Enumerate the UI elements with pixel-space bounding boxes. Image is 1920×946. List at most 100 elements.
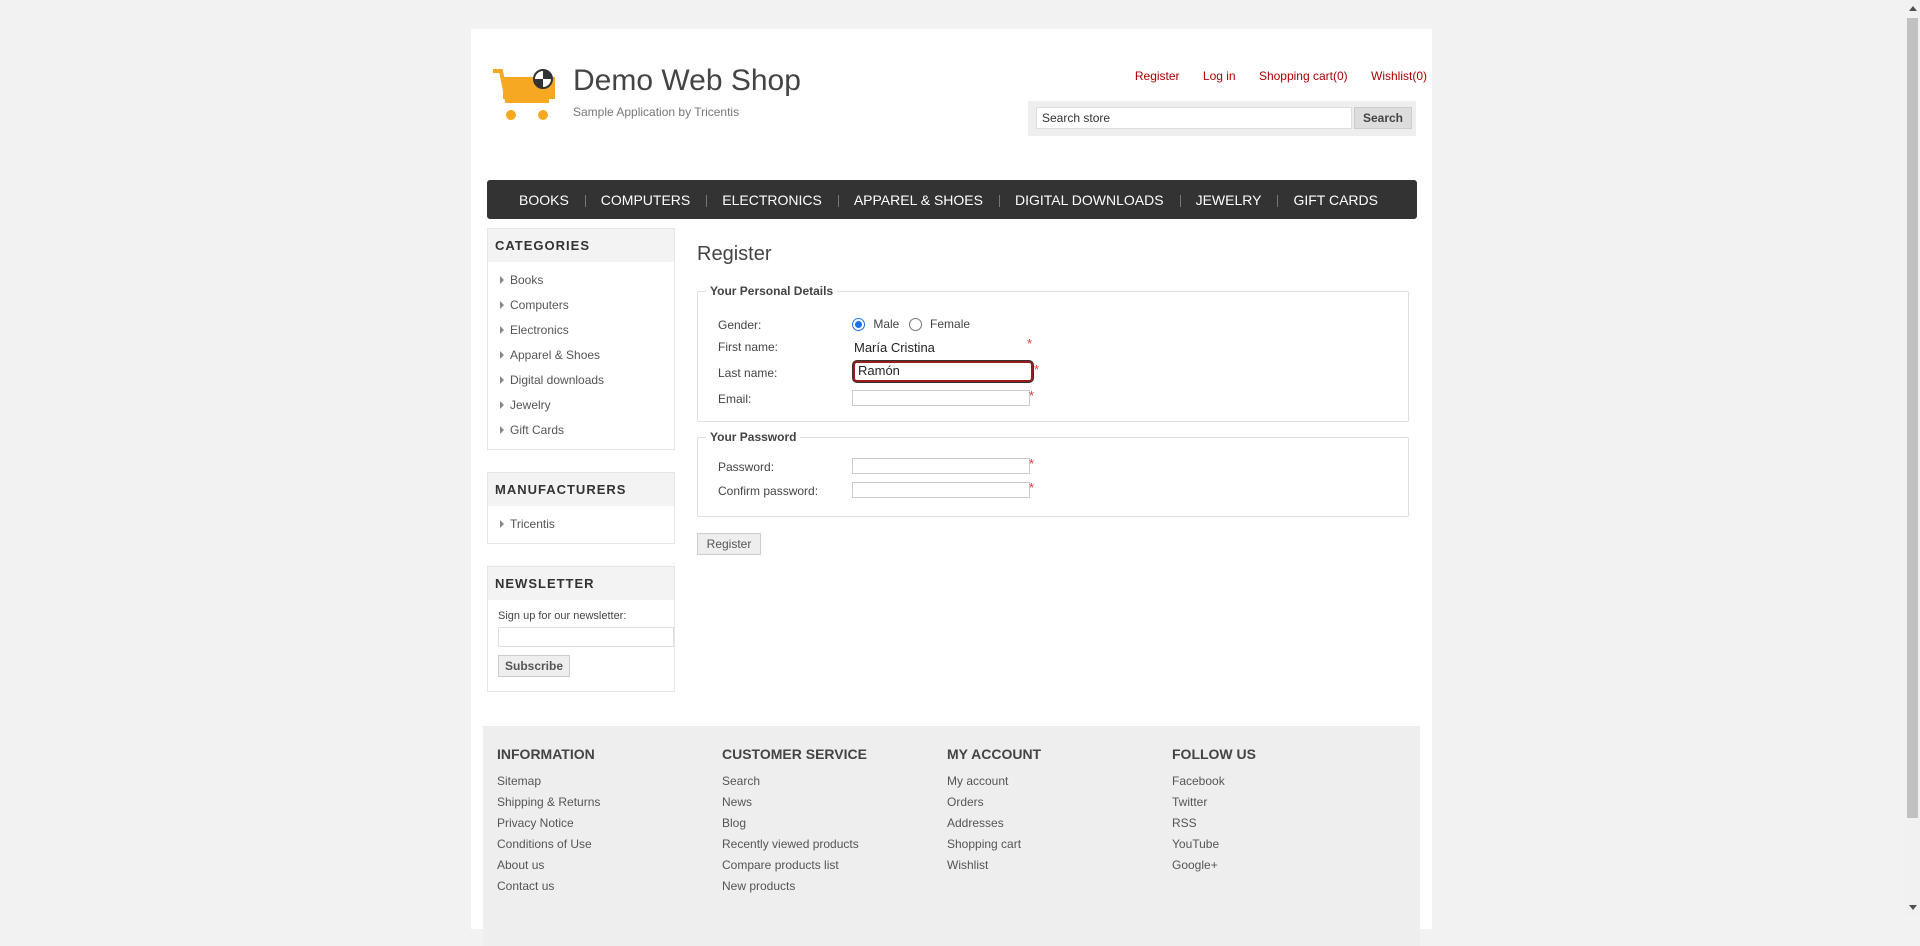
scrollbar-thumb[interactable] <box>1907 18 1918 818</box>
confirm-password-input[interactable] <box>852 482 1030 498</box>
category-label: Computers <box>510 298 569 312</box>
menu-computers[interactable]: COMPUTERS <box>584 192 706 208</box>
footer-link[interactable]: Wishlist <box>947 858 1041 879</box>
menu-apparel-shoes[interactable]: APPAREL & SHOES <box>837 192 999 208</box>
category-item[interactable]: Digital downloads <box>500 368 674 393</box>
newsletter-label: Sign up for our newsletter: <box>498 610 627 622</box>
female-radio[interactable] <box>908 318 922 332</box>
page-container: Demo Web Shop Sample Application by Tric… <box>471 29 1432 946</box>
arrow-right-icon <box>500 401 504 409</box>
password-fieldset: Your Password Password: * Confirm passwo… <box>697 430 1409 517</box>
footer-link[interactable]: Privacy Notice <box>497 816 600 837</box>
footer-link[interactable]: YouTube <box>1172 837 1256 858</box>
footer-information: INFORMATION Sitemap Shipping & Returns P… <box>497 746 600 900</box>
required-mark: * <box>1029 480 1035 495</box>
manufacturer-label: Tricentis <box>510 517 555 531</box>
menu-digital-downloads[interactable]: DIGITAL DOWNLOADS <box>999 192 1180 208</box>
footer-link[interactable]: Search <box>722 774 867 795</box>
footer-link[interactable]: About us <box>497 858 600 879</box>
search-input[interactable] <box>1036 107 1352 129</box>
footer-link[interactable]: Shopping cart <box>947 837 1041 858</box>
footer-account-title: MY ACCOUNT <box>947 746 1042 762</box>
store-name[interactable]: Demo Web Shop <box>573 64 801 98</box>
last-name-label: Last name: <box>718 366 778 380</box>
footer-information-title: INFORMATION <box>497 746 595 762</box>
category-label: Books <box>510 273 544 287</box>
footer-link[interactable]: Google+ <box>1172 858 1256 879</box>
category-item[interactable]: Jewelry <box>500 393 674 418</box>
scroll-up-icon[interactable] <box>1909 6 1917 11</box>
categories-block: CATEGORIES Books Computers Electronics A… <box>487 228 675 450</box>
category-item[interactable]: Gift Cards <box>500 418 674 443</box>
arrow-right-icon <box>500 376 504 384</box>
vertical-scrollbar[interactable] <box>1905 0 1920 916</box>
footer-link[interactable]: Shipping & Returns <box>497 795 600 816</box>
menu-gift-cards[interactable]: GIFT CARDS <box>1277 192 1394 208</box>
newsletter-block: NEWSLETTER Sign up for our newsletter: S… <box>487 566 675 692</box>
footer-link[interactable]: Conditions of Use <box>497 837 600 858</box>
register-link[interactable]: Register <box>1135 69 1180 83</box>
manufacturers-title: MANUFACTURERS <box>488 473 674 506</box>
scroll-down-icon[interactable] <box>1909 905 1917 910</box>
gender-options: Male Female <box>852 317 970 332</box>
search-box: Search <box>1028 101 1416 136</box>
arrow-right-icon <box>500 276 504 284</box>
category-label: Apparel & Shoes <box>510 348 601 362</box>
category-item[interactable]: Apparel & Shoes <box>500 343 674 368</box>
category-label: Digital downloads <box>510 373 605 387</box>
menu-electronics[interactable]: ELECTRONICS <box>706 192 838 208</box>
footer-link[interactable]: Sitemap <box>497 774 600 795</box>
register-button[interactable]: Register <box>697 533 761 555</box>
footer-link[interactable]: Facebook <box>1172 774 1256 795</box>
footer-customer-service: CUSTOMER SERVICE Search News Blog Recent… <box>722 746 867 900</box>
store-tagline: Sample Application by Tricentis <box>573 105 740 119</box>
category-label: Electronics <box>510 323 569 337</box>
category-item[interactable]: Books <box>500 268 674 293</box>
manufacturers-block: MANUFACTURERS Tricentis <box>487 472 675 544</box>
top-menu: BOOKS COMPUTERS ELECTRONICS APPAREL & SH… <box>487 180 1417 219</box>
footer-link[interactable]: Twitter <box>1172 795 1256 816</box>
footer-link[interactable]: Blog <box>722 816 867 837</box>
search-button[interactable]: Search <box>1354 107 1412 129</box>
menu-jewelry[interactable]: JEWELRY <box>1179 192 1278 208</box>
newsletter-email-input[interactable] <box>498 627 674 647</box>
required-mark: * <box>1027 336 1033 351</box>
male-label[interactable]: Male <box>873 317 899 331</box>
female-label[interactable]: Female <box>930 317 970 331</box>
last-name-input[interactable]: Ramón <box>853 361 1033 382</box>
email-input[interactable] <box>852 390 1030 406</box>
footer-link[interactable]: Orders <box>947 795 1041 816</box>
category-item[interactable]: Computers <box>500 293 674 318</box>
footer-customer-title: CUSTOMER SERVICE <box>722 746 867 762</box>
manufacturer-item[interactable]: Tricentis <box>500 512 674 537</box>
header-links: Register Log in Shopping cart(0) Wishlis… <box>1115 69 1427 83</box>
footer-link[interactable]: Recently viewed products <box>722 837 867 858</box>
wishlist-link[interactable]: Wishlist(0) <box>1371 69 1427 83</box>
password-label: Password: <box>718 460 775 474</box>
footer-link[interactable]: New products <box>722 879 867 900</box>
footer-link[interactable]: News <box>722 795 867 816</box>
categories-list: Books Computers Electronics Apparel & Sh… <box>488 262 674 449</box>
arrow-right-icon <box>500 351 504 359</box>
password-legend: Your Password <box>706 430 801 444</box>
confirm-password-label: Confirm password: <box>718 484 819 498</box>
footer-link[interactable]: My account <box>947 774 1041 795</box>
menu-books[interactable]: BOOKS <box>503 192 585 208</box>
first-name-input[interactable]: María Cristina <box>854 340 935 355</box>
footer-follow-us: FOLLOW US Facebook Twitter RSS YouTube G… <box>1172 746 1256 879</box>
category-item[interactable]: Electronics <box>500 318 674 343</box>
login-link[interactable]: Log in <box>1203 69 1236 83</box>
footer-link[interactable]: Contact us <box>497 879 600 900</box>
category-label: Gift Cards <box>510 423 565 437</box>
shopping-cart-link[interactable]: Shopping cart(0) <box>1259 69 1348 83</box>
footer-link[interactable]: Compare products list <box>722 858 867 879</box>
password-input[interactable] <box>852 458 1030 474</box>
shopping-cart-logo-icon[interactable] <box>491 65 561 125</box>
footer-link[interactable]: RSS <box>1172 816 1256 837</box>
required-mark: * <box>1029 388 1035 403</box>
subscribe-button[interactable]: Subscribe <box>498 655 571 677</box>
footer-my-account: MY ACCOUNT My account Orders Addresses S… <box>947 746 1041 879</box>
footer-link[interactable]: Addresses <box>947 816 1041 837</box>
male-radio[interactable] <box>852 318 865 332</box>
personal-details-fieldset: Your Personal Details Gender: Male Femal… <box>697 284 1409 422</box>
